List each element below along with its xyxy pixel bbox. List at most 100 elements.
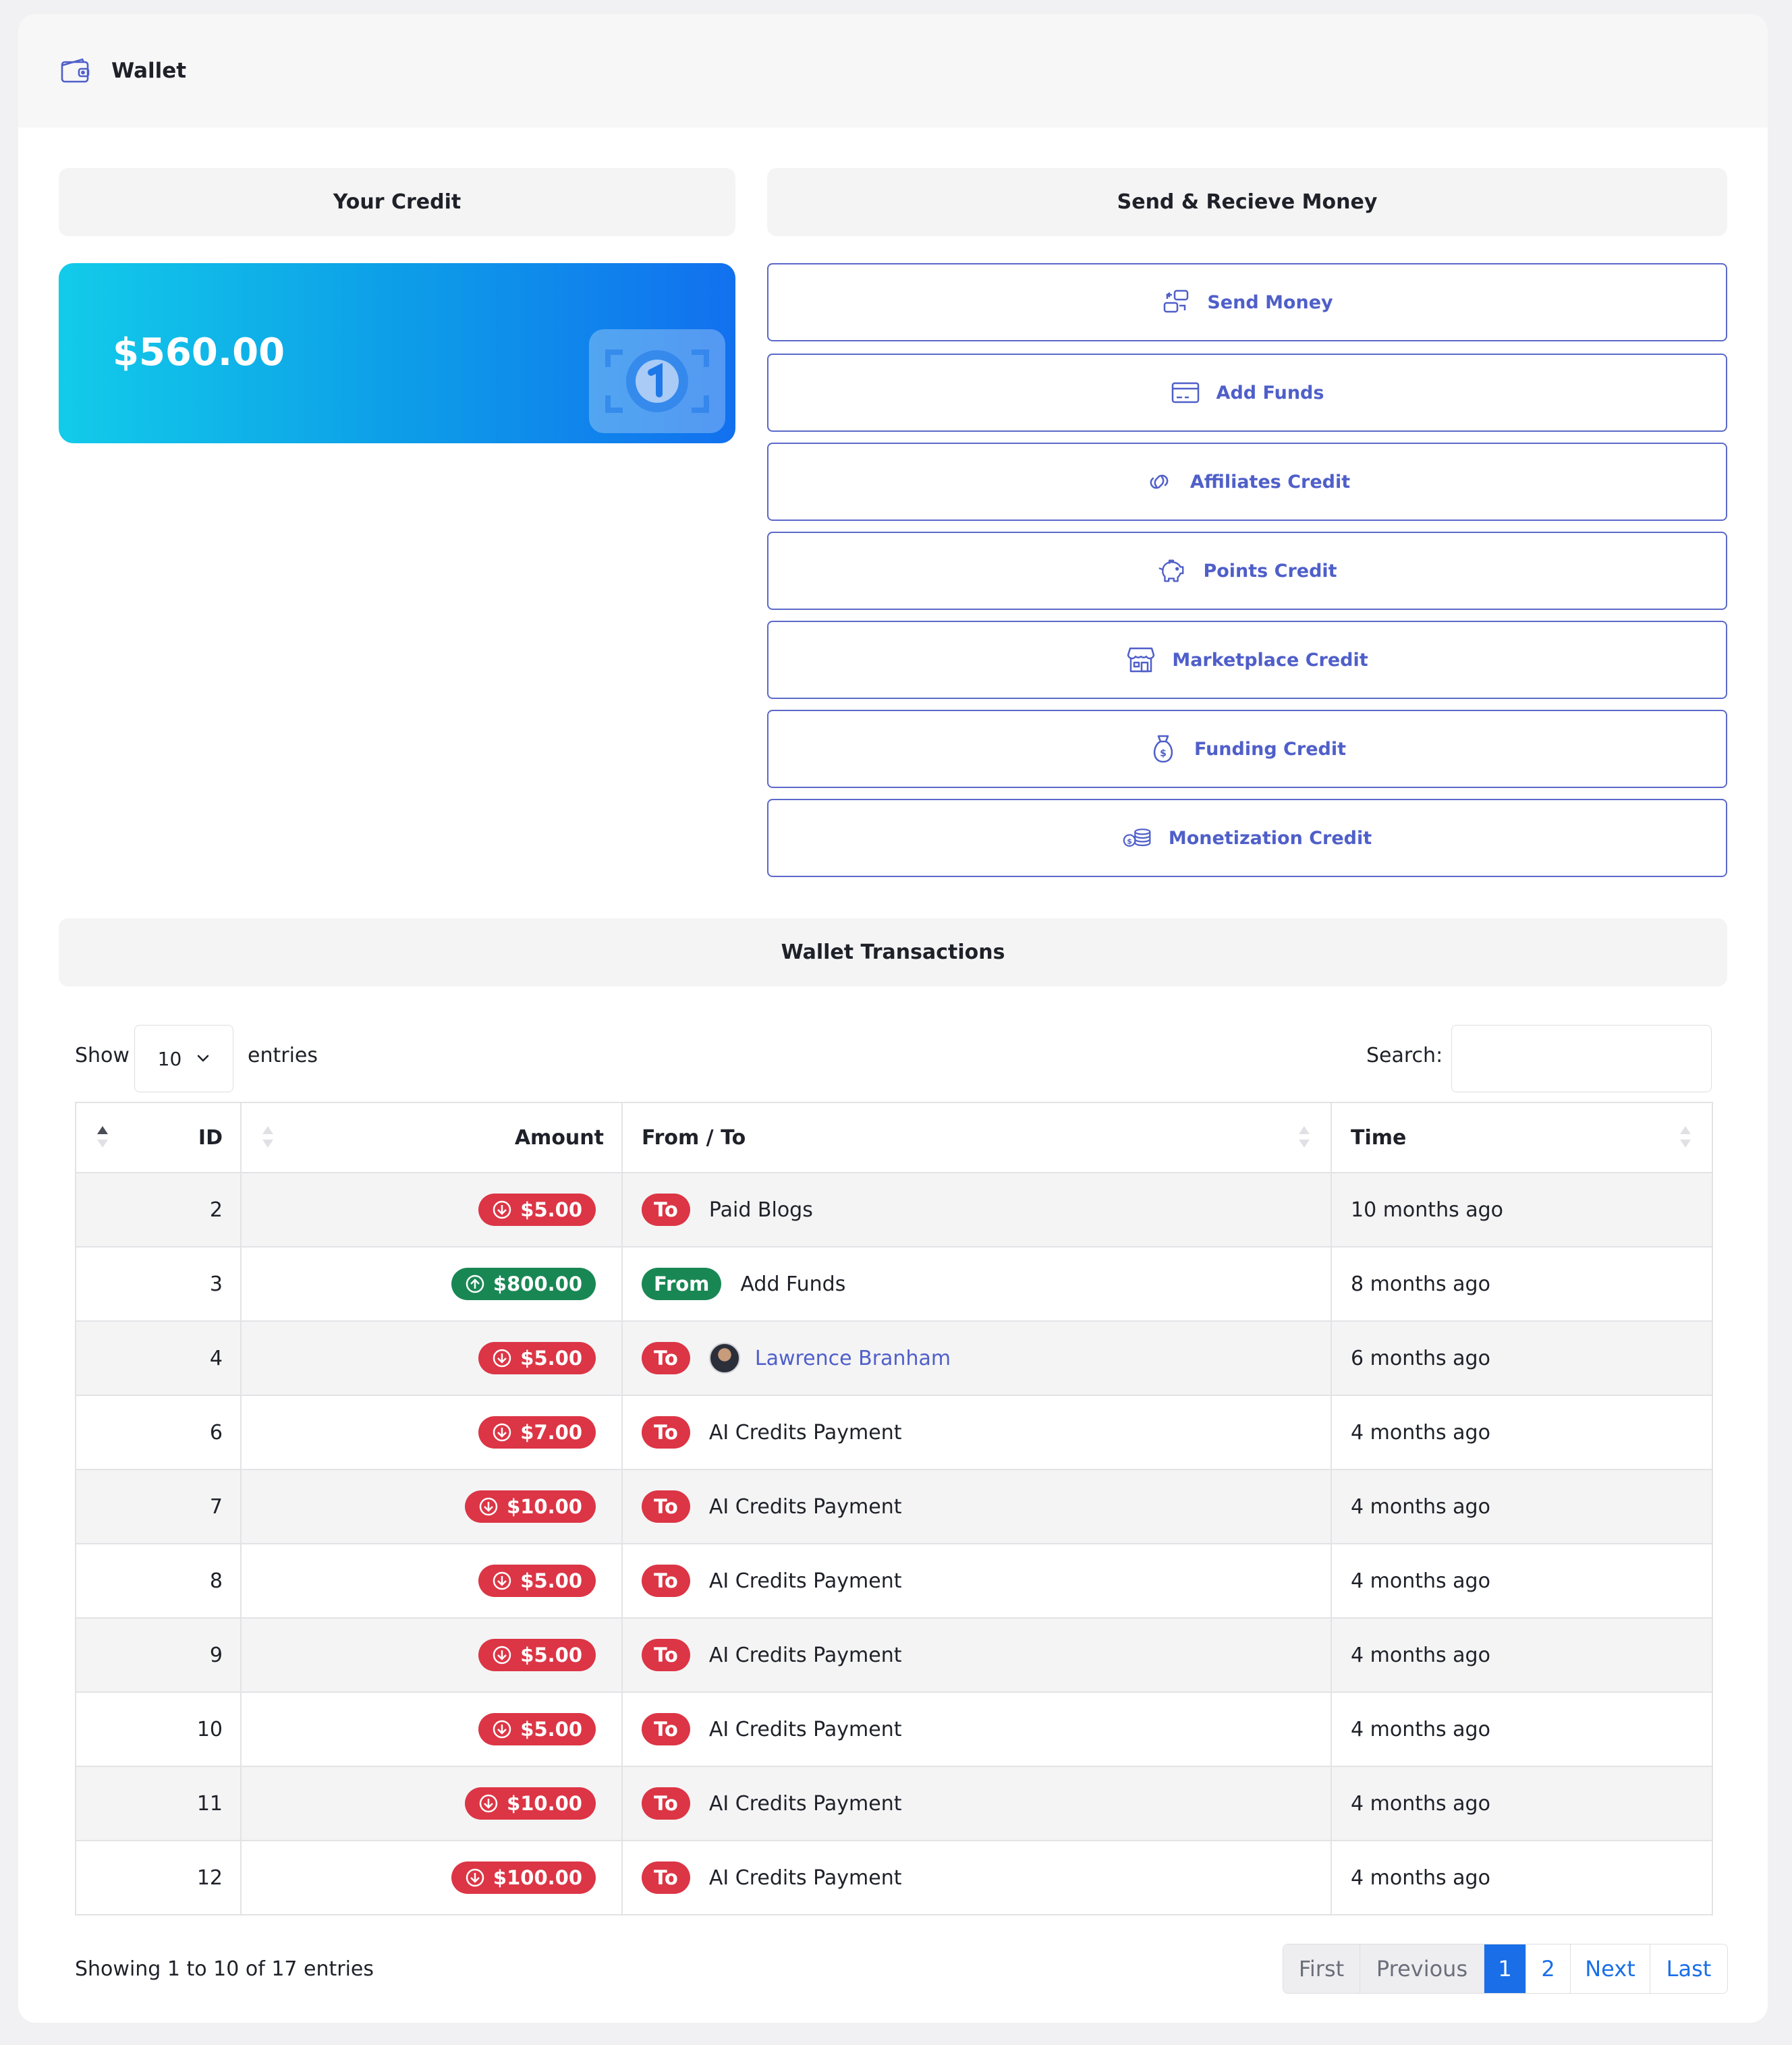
arrow-down-circle-icon [465,1868,485,1888]
points-credit-label: Points Credit [1203,560,1337,582]
funding-credit-button[interactable]: $ Funding Credit [767,710,1727,788]
cell-id: 2 [75,1172,242,1248]
arrow-down-circle-icon [492,1200,512,1220]
table-row: 10 $5.00 To AI Credits Payment 4 months … [75,1691,1713,1767]
send-money-label: Send Money [1207,291,1333,313]
monetization-credit-button[interactable]: $ Monetization Credit [767,799,1727,877]
cash-icon [589,329,725,433]
table-row: 9 $5.00 To AI Credits Payment 4 months a… [75,1617,1713,1693]
amount-badge-debit: $5.00 [478,1565,596,1597]
cell-time: 4 months ago [1331,1766,1713,1841]
direction-badge: To [642,1861,690,1894]
amount-badge-debit: $5.00 [478,1639,596,1671]
points-credit-button[interactable]: Points Credit [767,532,1727,610]
transactions-table: ID Amount From / To Time 2 $5.00 To Paid… [75,1102,1713,1915]
affiliates-credit-button[interactable]: Affiliates Credit [767,443,1727,521]
arrow-down-circle-icon [492,1719,512,1739]
marketplace-credit-button[interactable]: Marketplace Credit [767,621,1727,699]
sort-icon [1678,1123,1693,1150]
money-bag-icon: $ [1148,734,1178,764]
link-icon [1144,467,1174,497]
card-header: Wallet [18,14,1768,128]
table-row: 3 $800.00 From Add Funds 8 months ago [75,1246,1713,1322]
direction-badge: To [642,1565,690,1597]
cell-id: 9 [75,1617,242,1693]
search-label: Search: [1366,1044,1443,1067]
cell-time: 4 months ago [1331,1840,1713,1915]
add-funds-button[interactable]: Add Funds [767,354,1727,432]
cell-time: 6 months ago [1331,1320,1713,1396]
entries-select[interactable]: 10 [134,1025,233,1092]
counterparty-name: AI Credits Payment [708,1717,902,1741]
column-header-id[interactable]: ID [75,1102,242,1173]
your-credit-title: Your Credit [59,168,735,236]
page-title: Wallet [111,59,187,83]
cell-id: 12 [75,1840,242,1915]
amount-badge-debit: $5.00 [478,1194,596,1226]
table-row: 11 $10.00 To AI Credits Payment 4 months… [75,1766,1713,1841]
store-icon [1126,645,1156,675]
direction-badge: To [642,1787,690,1820]
cell-id: 7 [75,1469,242,1544]
svg-text:$: $ [1127,837,1132,845]
counterparty-name: AI Credits Payment [708,1569,902,1593]
cell-time: 10 months ago [1331,1172,1713,1248]
direction-badge: To [642,1194,690,1226]
amount-badge-debit: $7.00 [478,1416,596,1449]
cell-id: 8 [75,1543,242,1619]
direction-badge: From [642,1268,722,1300]
pagination-page-1[interactable]: 1 [1484,1944,1526,1993]
column-header-from-to[interactable]: From / To [621,1102,1332,1173]
cell-id: 6 [75,1395,242,1470]
cell-time: 8 months ago [1331,1246,1713,1322]
arrow-down-circle-icon [478,1793,499,1814]
wallet-transactions-title: Wallet Transactions [59,918,1727,986]
user-profile-link[interactable]: Lawrence Branham [755,1347,951,1370]
cell-time: 4 months ago [1331,1617,1713,1693]
arrow-down-circle-icon [492,1645,512,1665]
search-input[interactable] [1451,1025,1712,1092]
cell-time: 4 months ago [1331,1395,1713,1470]
show-label: Show [75,1044,130,1067]
direction-badge: To [642,1713,690,1745]
counterparty-name: AI Credits Payment [708,1643,902,1667]
sort-icon [1297,1123,1312,1150]
coins-icon: $ [1123,823,1152,853]
arrow-down-circle-icon [492,1348,512,1368]
sort-icon [260,1123,275,1150]
counterparty-name: AI Credits Payment [708,1866,902,1890]
cell-time: 4 months ago [1331,1469,1713,1544]
table-row: 12 $100.00 To AI Credits Payment 4 month… [75,1840,1713,1915]
chevron-down-icon [196,1055,210,1063]
column-header-amount[interactable]: Amount [240,1102,623,1173]
showing-entries-text: Showing 1 to 10 of 17 entries [75,1957,374,1981]
counterparty-name: AI Credits Payment [708,1420,902,1445]
avatar [708,1343,740,1374]
card-icon [1171,378,1200,408]
table-row: 4 $5.00 To Lawrence Branham 6 months ago [75,1320,1713,1396]
counterparty-name: AI Credits Payment [708,1494,902,1519]
wallet-icon [60,57,91,84]
amount-badge-debit: $10.00 [465,1787,596,1820]
pagination-page-2[interactable]: 2 [1526,1944,1571,1993]
send-money-button[interactable]: Send Money [767,263,1727,341]
amount-badge-credit: $800.00 [451,1268,596,1300]
column-header-time[interactable]: Time [1331,1102,1713,1173]
funding-credit-label: Funding Credit [1194,738,1346,760]
cell-id: 3 [75,1246,242,1322]
add-funds-label: Add Funds [1216,382,1324,403]
sort-asc-icon [95,1123,110,1150]
affiliates-credit-label: Affiliates Credit [1189,471,1351,493]
pagination-last[interactable]: Last [1650,1944,1727,1993]
pagination-next[interactable]: Next [1571,1944,1650,1993]
pagination-first[interactable]: First [1283,1944,1360,1993]
pagination: First Previous 1 2 Next Last [1283,1944,1728,1994]
direction-badge: To [642,1490,690,1523]
send-money-icon [1161,287,1191,317]
cell-id: 11 [75,1766,242,1841]
direction-badge: To [642,1416,690,1449]
counterparty-name: AI Credits Payment [708,1791,902,1816]
direction-badge: To [642,1639,690,1671]
pagination-previous[interactable]: Previous [1360,1944,1484,1993]
counterparty-name: Add Funds [740,1272,846,1296]
